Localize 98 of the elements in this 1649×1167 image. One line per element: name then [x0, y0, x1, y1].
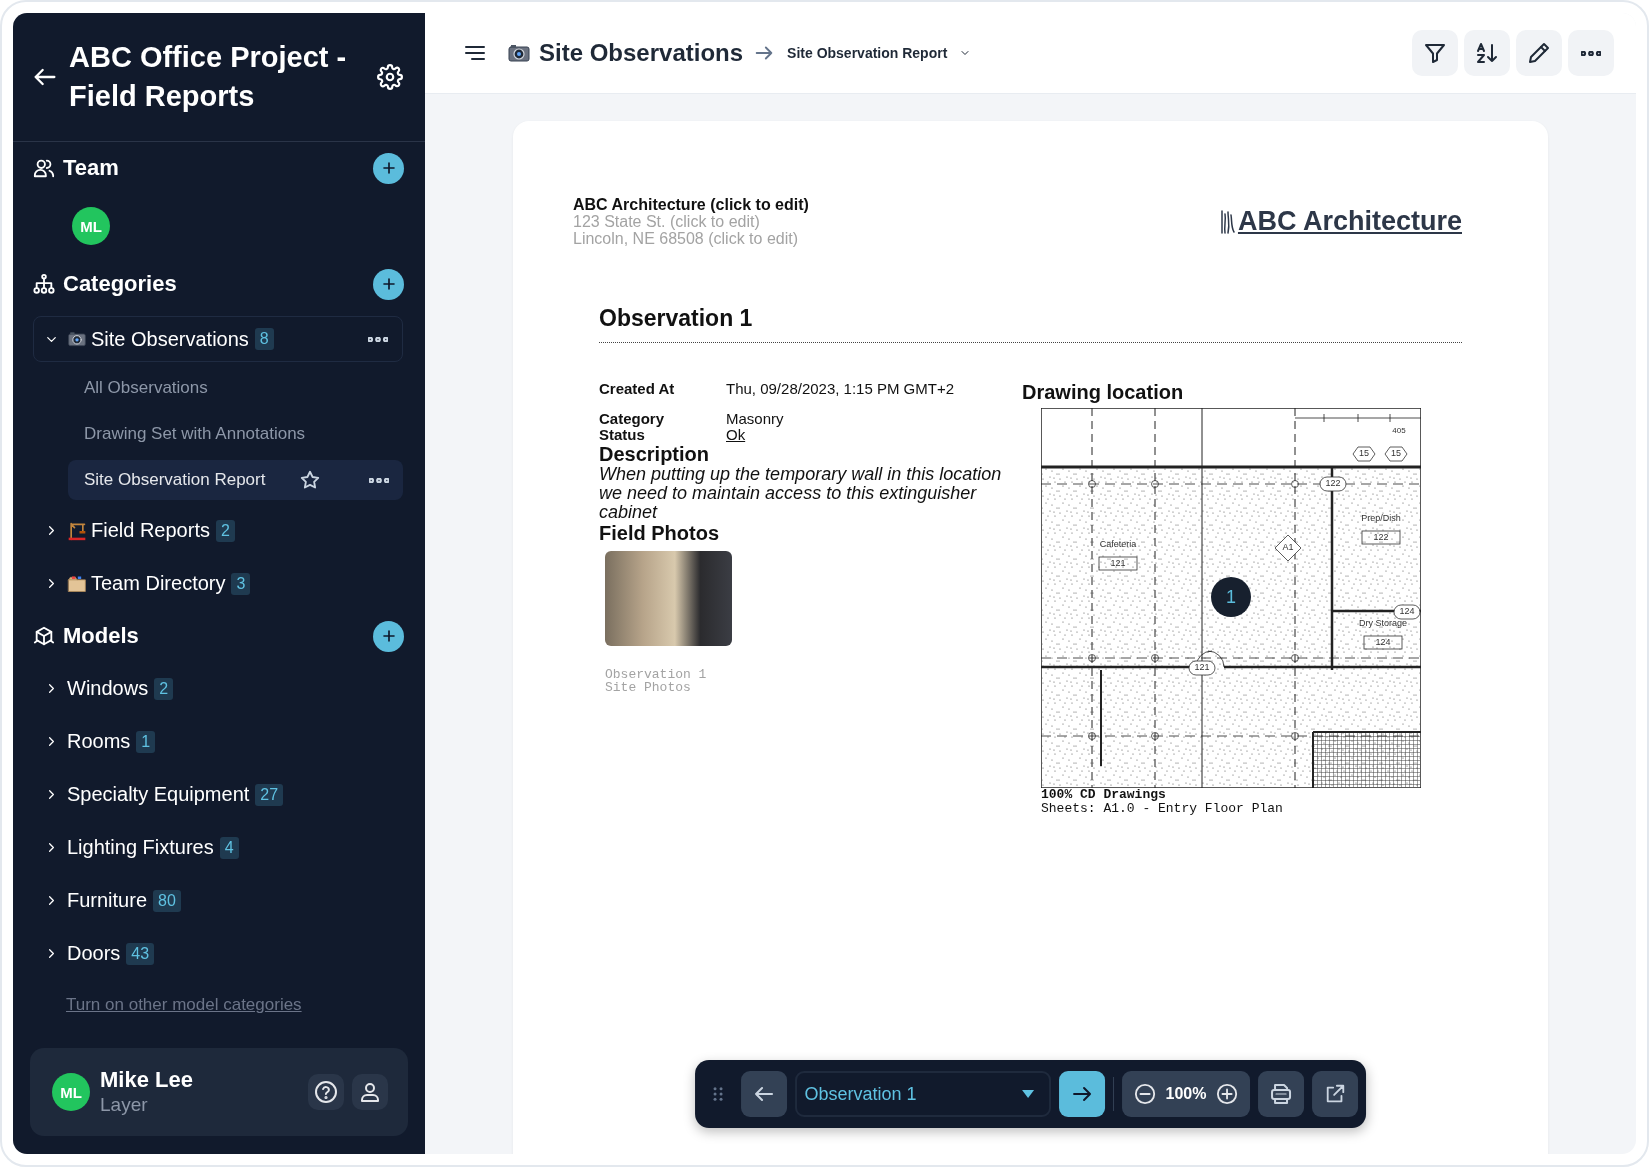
count-badge: 80 — [153, 889, 181, 912]
tree-item[interactable]: Specialty Equipment 27 — [13, 768, 425, 821]
count-badge: 4 — [219, 836, 239, 859]
camera-icon — [67, 329, 87, 349]
grid-marker: A1 — [1282, 542, 1294, 553]
people-icon — [33, 157, 55, 179]
tree-item[interactable]: Team Directory 3 — [13, 557, 425, 610]
field-label: Category — [599, 411, 666, 427]
count-badge: 27 — [255, 783, 284, 806]
crane-icon — [67, 520, 87, 541]
tree-item[interactable]: Site Observations 8 — [33, 316, 403, 362]
room-number: 124 — [1375, 637, 1391, 648]
more-button[interactable] — [1568, 30, 1614, 76]
more-icon — [1581, 50, 1601, 56]
next-button[interactable] — [1058, 1071, 1105, 1117]
field-label: Created At — [599, 381, 676, 397]
count-badge: 2 — [154, 677, 174, 700]
user-role: Layer — [100, 1093, 149, 1117]
section-title: Team — [63, 155, 119, 181]
tree-item[interactable]: Doors 43 — [13, 927, 425, 980]
location-pin[interactable]: 1 — [1211, 577, 1251, 617]
add-category-button[interactable] — [373, 268, 404, 300]
zoom-in-button[interactable] — [1216, 1083, 1239, 1105]
hierarchy-icon — [33, 273, 55, 295]
count-badge: 1 — [136, 730, 156, 753]
section-title: Categories — [63, 271, 177, 297]
zoom-in-icon — [1216, 1083, 1239, 1105]
add-member-button[interactable] — [373, 152, 404, 184]
edit-button[interactable] — [1516, 30, 1562, 76]
cube-icon — [33, 625, 55, 647]
section-heading: Description — [599, 443, 711, 465]
floor-plan-drawing[interactable]: Cafeteria 121 Prep/Dish 122 Dry Storage 124 122 121 124 A1 15 15 405 1 — [1041, 408, 1421, 788]
previous-button[interactable] — [740, 1071, 787, 1117]
room-number: 121 — [1110, 558, 1126, 569]
company-name[interactable]: ABC Architecture (click to edit) — [573, 196, 809, 213]
photo-placeholder[interactable] — [605, 551, 732, 646]
drawing-set-name: 100% CD Drawings — [1041, 788, 1167, 802]
sort-icon — [1475, 41, 1499, 65]
logo-icon — [1219, 208, 1236, 235]
project-title: ABC Office Project - Field Reports — [69, 40, 348, 114]
profile-button[interactable] — [352, 1074, 388, 1110]
room-number: 122 — [1373, 532, 1389, 543]
page-title: Site Observations — [539, 39, 744, 67]
print-pdf-button[interactable] — [1258, 1071, 1305, 1117]
settings-icon — [377, 64, 403, 90]
more-icon[interactable] — [369, 477, 389, 483]
sub-item[interactable]: Site Observation Report — [68, 460, 403, 500]
user-avatar: ML — [52, 1073, 90, 1111]
tree-item[interactable]: Furniture 80 — [13, 874, 425, 927]
help-button[interactable] — [308, 1074, 344, 1110]
count-badge: 8 — [254, 328, 274, 350]
star-icon[interactable] — [299, 469, 322, 491]
tree-item[interactable]: Lighting Fixtures 4 — [13, 821, 425, 874]
add-model-button[interactable] — [373, 620, 404, 652]
dimension-label: 405 — [1392, 426, 1406, 436]
field-value: Masonry — [726, 411, 784, 427]
photo-caption: Site Photos — [605, 681, 692, 694]
room-name: Prep/Dish — [1361, 513, 1401, 524]
zoom-out-button[interactable] — [1133, 1083, 1156, 1105]
observation-title: Observation 1 — [599, 305, 1462, 343]
field-value: Thu, 09/28/2023, 1:15 PM GMT+2 — [726, 381, 955, 397]
open-external-button[interactable] — [1312, 1071, 1359, 1117]
user-name: Mike Lee — [100, 1067, 193, 1093]
zoom-out-icon — [1133, 1083, 1156, 1105]
filter-icon — [1423, 41, 1447, 65]
count-badge: 43 — [126, 942, 155, 965]
person-icon — [358, 1080, 382, 1104]
section-heading: Field Photos — [599, 522, 720, 544]
filter-button[interactable] — [1412, 30, 1458, 76]
photo-caption: Observation 1 — [605, 668, 708, 681]
dropdown-triangle-icon — [1020, 1089, 1035, 1099]
room-name: Dry Storage — [1359, 618, 1407, 629]
sub-item[interactable]: All Observations — [68, 368, 403, 408]
zoom-level: 100% — [1165, 1085, 1207, 1103]
more-icon[interactable] — [368, 336, 388, 342]
observation-select[interactable]: Observation 1 — [794, 1071, 1051, 1117]
tree-item[interactable]: Windows 2 — [13, 662, 425, 715]
tree-item[interactable]: Field Reports 2 — [13, 504, 425, 557]
sheet-name: Sheets: A1.0 - Entry Floor Plan — [1041, 802, 1284, 816]
section-heading: Drawing location — [1022, 381, 1185, 404]
tree-item[interactable]: Rooms 1 — [13, 715, 425, 768]
room-name: Cafeteria — [1099, 539, 1137, 550]
view-selector[interactable]: Site Observation Report — [787, 45, 972, 61]
settings-button[interactable] — [377, 64, 403, 90]
sort-button[interactable] — [1464, 30, 1510, 76]
printer-icon — [1269, 1082, 1294, 1106]
external-link-icon — [1324, 1083, 1347, 1105]
count-badge: 3 — [231, 572, 251, 595]
help-icon — [314, 1080, 338, 1104]
section-title: Models — [63, 623, 139, 649]
model-categories-link[interactable]: Turn on other model categories — [66, 995, 302, 1015]
count-badge: 2 — [215, 519, 235, 542]
pencil-icon — [1527, 41, 1551, 65]
description-text: When putting up the temporary wall in this location we need to maintain access to this extinguisher cabinet — [599, 465, 1003, 522]
company-logo: ABC Architecture — [1237, 206, 1462, 237]
sub-item[interactable]: Drawing Set with Annotations — [68, 414, 403, 454]
field-label: Status — [599, 427, 645, 443]
status-link[interactable]: Ok — [726, 427, 746, 443]
